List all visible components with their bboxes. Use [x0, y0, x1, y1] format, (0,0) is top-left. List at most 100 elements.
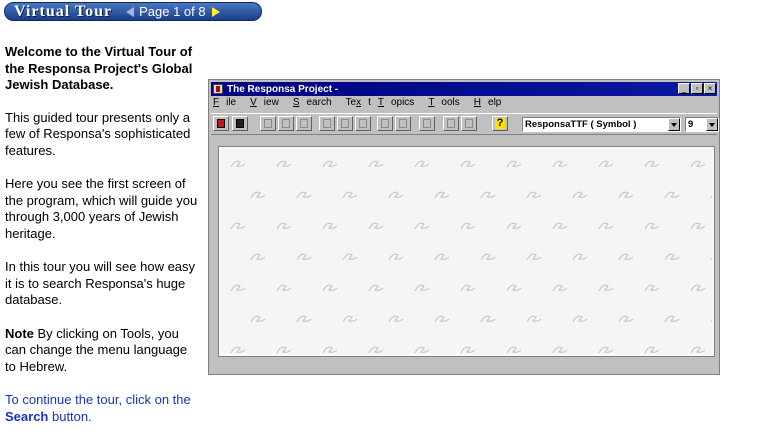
status-bar — [212, 365, 716, 371]
watermark-glyph — [618, 253, 634, 261]
watermark-glyph — [552, 284, 568, 292]
watermark-glyph — [276, 346, 292, 354]
next-page-icon[interactable] — [211, 6, 220, 17]
save-button[interactable] — [461, 116, 477, 131]
watermark-glyph — [664, 315, 680, 323]
menu-search-accel: S — [292, 97, 300, 108]
font-select[interactable]: ResponsaTTF ( Symbol ) — [522, 117, 681, 132]
font-size-select[interactable]: 9 — [685, 117, 719, 132]
watermark-pattern — [230, 160, 712, 354]
watermark-glyph — [664, 253, 680, 261]
menu-view[interactable]: View — [250, 97, 286, 111]
watermark-glyph — [322, 346, 338, 354]
menu-file-accel: F — [213, 97, 220, 108]
watermark-glyph — [276, 222, 292, 230]
watermark-glyph — [414, 346, 430, 354]
watermark-glyph — [552, 222, 568, 230]
minimize-button[interactable]: _ — [678, 83, 690, 94]
watermark-glyph — [250, 191, 266, 199]
document-workspace — [218, 146, 715, 357]
toolbar-button-3[interactable] — [260, 116, 276, 131]
watermark-glyph — [710, 195, 712, 199]
menu-view-accel: V — [250, 97, 257, 108]
watermark-glyph — [506, 284, 522, 292]
watermark-glyph — [388, 315, 404, 323]
chevron-down-icon[interactable] — [706, 118, 718, 131]
menu-tools[interactable]: Tools — [428, 97, 466, 111]
watermark-glyph — [690, 284, 706, 292]
menu-topics-rest: opics — [390, 97, 415, 108]
menu-help[interactable]: Help — [474, 97, 509, 111]
window-controls: _ ▫ × — [678, 83, 716, 94]
watermark-glyph — [572, 253, 588, 261]
intro-paragraph-2: Here you see the first screen of the pro… — [5, 176, 198, 241]
app-toolbar: ? ResponsaTTF ( Symbol ) 9 — [211, 113, 719, 160]
watermark-glyph — [276, 160, 292, 168]
welcome-heading: Welcome to the Virtual Tour of the Respo… — [5, 44, 193, 92]
watermark-glyph — [342, 191, 358, 199]
toolbar-button-4[interactable] — [278, 116, 294, 131]
watermark-glyph — [710, 257, 712, 261]
watermark-glyph — [230, 160, 246, 168]
search-button-reference: Search — [5, 408, 49, 424]
watermark-glyph — [526, 315, 542, 323]
toolbar-button-5[interactable] — [296, 116, 312, 131]
book-red-icon — [217, 119, 225, 128]
watermark-glyph — [322, 284, 338, 292]
app-title: The Responsa Project - — [227, 83, 339, 95]
watermark-glyph — [230, 222, 246, 230]
previous-page-icon[interactable] — [126, 6, 135, 17]
watermark-glyph — [388, 191, 404, 199]
watermark-glyph — [572, 191, 588, 199]
menu-tools-rest: ools — [441, 97, 460, 108]
back-button[interactable] — [419, 116, 435, 131]
watermark-glyph — [480, 253, 496, 261]
toolbar-button-7[interactable] — [337, 116, 353, 131]
app-icon — [213, 84, 223, 94]
responsa-app-window: The Responsa Project - _ ▫ × File View S… — [208, 79, 720, 375]
font-size-value: 9 — [688, 119, 694, 130]
list-icon — [399, 119, 407, 128]
watermark-glyph — [598, 222, 614, 230]
watermark-glyph — [644, 160, 660, 168]
watermark-glyph — [460, 222, 476, 230]
menu-search[interactable]: Search — [293, 97, 339, 111]
print-button[interactable] — [443, 116, 459, 131]
binoculars-icon — [236, 119, 244, 128]
toolbar-button-9[interactable] — [377, 116, 393, 131]
maximize-button[interactable]: ▫ — [691, 83, 703, 94]
disk-icon — [465, 119, 473, 128]
watermark-glyph — [526, 253, 542, 261]
chevron-down-icon[interactable] — [668, 118, 680, 131]
watermark-glyph — [230, 346, 246, 354]
watermark-glyph — [690, 222, 706, 230]
close-button[interactable]: × — [704, 83, 716, 94]
search-button[interactable] — [232, 116, 248, 131]
watermark-glyph — [368, 160, 384, 168]
watermark-glyph — [368, 284, 384, 292]
toolbar-button-10[interactable] — [395, 116, 411, 131]
watermark-glyph — [230, 284, 246, 292]
app-titlebar: The Responsa Project - _ ▫ × — [211, 82, 717, 96]
watermark-glyph — [434, 315, 450, 323]
help-button[interactable]: ? — [492, 116, 508, 131]
menu-text[interactable]: Tex t — [346, 97, 371, 111]
intro-paragraph-1: This guided tour presents only a few of … — [5, 109, 191, 158]
watermark-glyph — [296, 253, 312, 261]
menu-topics[interactable]: Topics — [378, 97, 421, 111]
watermark-glyph — [434, 253, 450, 261]
printer-icon — [447, 119, 455, 128]
watermark-glyph — [572, 315, 588, 323]
watermark-glyph — [552, 346, 568, 354]
toolbar-button-8[interactable] — [355, 116, 371, 131]
watermark-glyph — [250, 315, 266, 323]
menu-file[interactable]: File — [213, 97, 243, 111]
watermark-glyph — [250, 253, 266, 261]
question-mark-icon: ? — [495, 117, 505, 129]
new-query-button[interactable] — [213, 116, 229, 131]
watermark-glyph — [342, 253, 358, 261]
app-menubar: File View Search Tex t Topics Tools Help — [213, 97, 515, 111]
toolbar-button-6[interactable] — [319, 116, 335, 131]
watermark-glyph — [460, 346, 476, 354]
page-icon — [341, 119, 349, 128]
